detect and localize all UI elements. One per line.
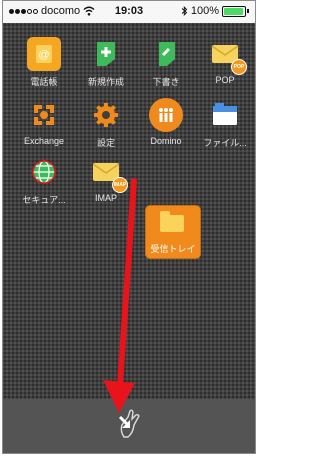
app-contacts[interactable]: @ 電話帳 xyxy=(16,37,72,88)
app-label: 設定 xyxy=(96,138,115,148)
app-label: IMAP xyxy=(94,193,117,203)
drag-hand-icon xyxy=(118,409,140,438)
status-bar: docomo 19:03 100% xyxy=(3,1,255,23)
app-exchange[interactable]: Exchange xyxy=(16,98,72,146)
inbox-label: 受信トレイ xyxy=(150,244,196,254)
app-label: 下書き xyxy=(152,77,180,87)
app-label: ファイル... xyxy=(203,138,247,148)
app-imap[interactable]: IMAP IMAP xyxy=(78,155,134,203)
app-label: セキュア... xyxy=(22,195,66,205)
app-drafts[interactable]: 下書き xyxy=(138,37,194,88)
bluetooth-icon xyxy=(181,6,188,16)
gear-icon xyxy=(89,98,123,132)
draft-icon xyxy=(149,37,183,71)
globe-icon xyxy=(27,155,61,189)
inbox-drop-target[interactable]: 受信トレイ xyxy=(146,206,200,258)
app-label: POP xyxy=(215,75,235,85)
app-grid: @ 電話帳 新規作成 下書き POP POP Exchange 設定 Domin… xyxy=(3,23,255,399)
phone-screen: docomo 19:03 100% @ 電話帳 新規作成 下書き POP POP… xyxy=(2,0,256,454)
app-label: 電話帳 xyxy=(30,77,58,87)
app-secure[interactable]: セキュア... xyxy=(16,155,72,206)
app-pop[interactable]: POP POP xyxy=(197,37,253,85)
battery-tip xyxy=(247,9,249,13)
file-icon xyxy=(208,98,242,132)
app-settings[interactable]: 設定 xyxy=(78,98,134,149)
app-files[interactable]: ファイル... xyxy=(197,98,253,149)
inbox-folder-icon xyxy=(160,211,184,232)
app-label: 新規作成 xyxy=(87,77,124,87)
mail-imap-icon: IMAP xyxy=(89,155,128,193)
domino-icon xyxy=(149,98,183,132)
app-label: Exchange xyxy=(23,136,65,146)
svg-text:@: @ xyxy=(38,49,49,61)
mail-pop-icon: POP xyxy=(208,37,247,75)
imap-badge: IMAP xyxy=(112,177,128,193)
app-compose[interactable]: 新規作成 xyxy=(78,37,134,88)
battery-group: 100% xyxy=(181,5,249,17)
app-label: Domino xyxy=(150,136,182,146)
battery-icon xyxy=(222,5,246,17)
compose-icon xyxy=(89,37,123,71)
bottom-dock xyxy=(3,399,255,453)
app-domino[interactable]: Domino xyxy=(138,98,194,146)
battery-percent: 100% xyxy=(190,5,219,17)
contacts-icon: @ xyxy=(27,37,61,71)
exchange-icon xyxy=(27,98,61,132)
pop-badge: POP xyxy=(231,59,247,75)
